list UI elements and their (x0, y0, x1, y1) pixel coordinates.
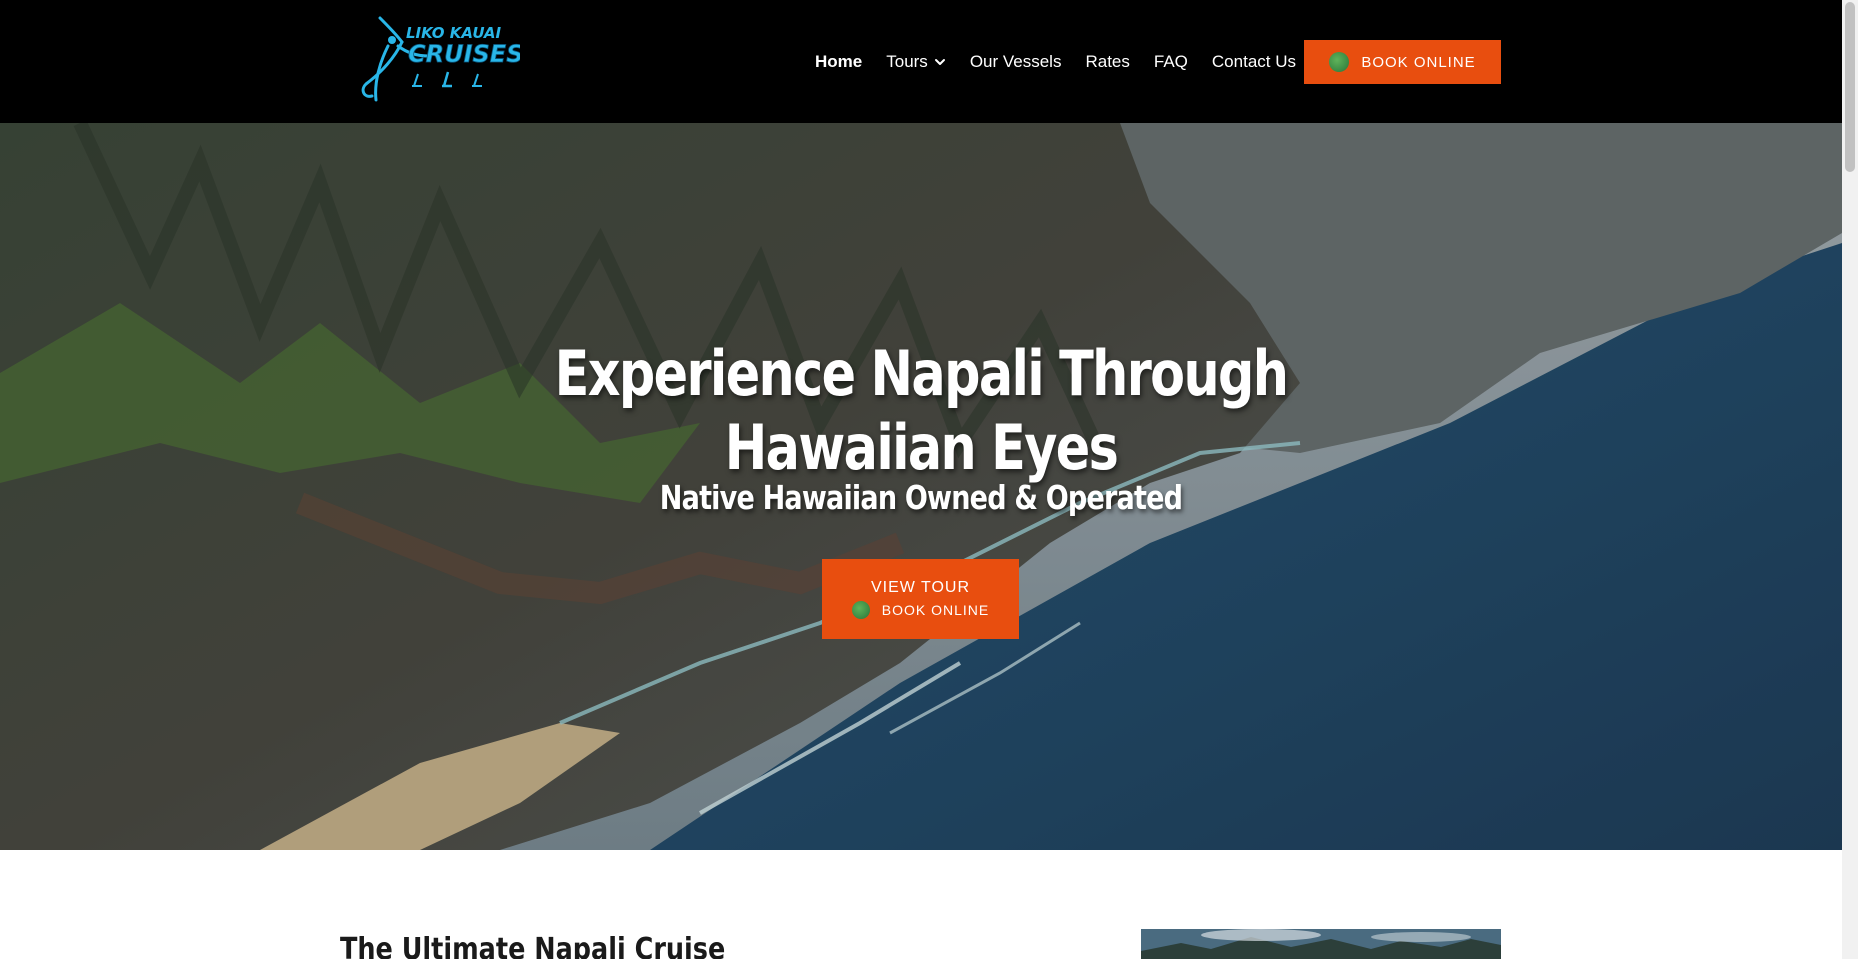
section-image (1141, 929, 1501, 959)
view-tour-book-online-button[interactable]: VIEW TOUR BOOK ONLINE (822, 559, 1019, 639)
napali-cliffs-image (1141, 929, 1501, 959)
site-header: LIKO KAUAI CRUISES Home Tours Our Vessel… (0, 0, 1842, 123)
nav-label-tours: Tours (886, 52, 928, 71)
nav-item-our-vessels[interactable]: Our Vessels (970, 50, 1062, 74)
site-logo[interactable]: LIKO KAUAI CRUISES (340, 12, 520, 104)
hero-section: Experience Napali Through Hawaiian Eyes … (0, 123, 1842, 850)
nav-item-contact-us[interactable]: Contact Us (1212, 50, 1296, 74)
nav-label-home: Home (815, 52, 863, 71)
hero-book-online-label: BOOK ONLINE (881, 602, 990, 618)
nav-label-our-vessels: Our Vessels (969, 52, 1062, 71)
chevron-down-icon (934, 56, 946, 68)
hero-subtitle: Native Hawaiian Owned & Operated (659, 478, 1183, 517)
globe-icon (1329, 52, 1350, 72)
section-title: The Ultimate Napali Cruise (340, 932, 726, 959)
svg-text:CRUISES: CRUISES (408, 40, 520, 68)
hero-title: Experience Napali Through Hawaiian Eyes (554, 337, 1289, 484)
nav-label-contact-us: Contact Us (1211, 52, 1296, 71)
hero-book-online-row: BOOK ONLINE (851, 599, 990, 621)
main-nav: Home Tours Our Vessels Rates FAQ Contact… (815, 50, 1320, 74)
globe-icon (851, 601, 870, 619)
view-tour-label: VIEW TOUR (870, 579, 971, 596)
page-scrollbar[interactable] (1842, 0, 1858, 959)
liko-kauai-logo-icon: LIKO KAUAI CRUISES (361, 16, 520, 102)
scrollbar-thumb[interactable] (1845, 2, 1855, 172)
nav-item-tours[interactable]: Tours (886, 50, 946, 74)
nav-item-faq[interactable]: FAQ (1154, 50, 1188, 74)
nav-item-home[interactable]: Home (815, 50, 862, 74)
book-online-button[interactable]: BOOK ONLINE (1304, 40, 1501, 84)
nav-item-rates[interactable]: Rates (1085, 50, 1129, 74)
nav-label-rates: Rates (1085, 52, 1130, 71)
nav-label-faq: FAQ (1153, 52, 1188, 71)
book-online-label: BOOK ONLINE (1361, 53, 1476, 71)
